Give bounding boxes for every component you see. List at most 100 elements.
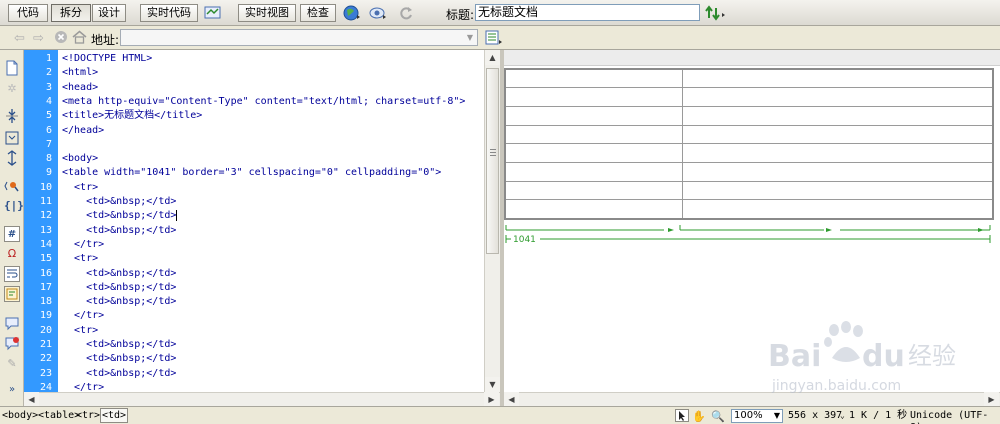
tag-selector-td[interactable]: <td> <box>100 408 129 423</box>
code-line[interactable]: <td>&nbsp;</td> <box>62 267 176 281</box>
tag-selector-tr[interactable]: <tr> <box>76 409 100 422</box>
table-row[interactable] <box>504 105 994 126</box>
zoom-tool-icon[interactable]: 🔍 <box>711 410 725 423</box>
title-input[interactable]: 无标题文档 <box>475 4 700 21</box>
table-cell[interactable] <box>681 199 994 219</box>
scroll-up-arrow-icon[interactable]: ▲ <box>485 50 500 65</box>
globe-icon[interactable] <box>342 4 362 22</box>
inspect-button[interactable]: 检查 <box>300 4 336 22</box>
code-line[interactable]: <meta http-equiv="Content-Type" content=… <box>62 95 465 109</box>
back-arrow-icon[interactable]: ⇦ <box>14 31 25 46</box>
tag-selector-table[interactable]: <table> <box>38 409 80 422</box>
table-cell[interactable] <box>681 105 994 126</box>
forward-arrow-icon[interactable]: ⇨ <box>33 31 44 46</box>
code-line[interactable]: <td>&nbsp;</td> <box>62 367 176 381</box>
table-row[interactable] <box>504 199 994 219</box>
table-cell[interactable] <box>681 68 994 89</box>
code-line[interactable]: <td>&nbsp;</td> <box>62 195 176 209</box>
scroll-right-arrow-icon[interactable]: ▶ <box>984 392 999 407</box>
stop-icon[interactable] <box>54 30 68 47</box>
tag-selector-body[interactable]: <body> <box>2 409 38 422</box>
expand-all-icon[interactable] <box>4 150 20 166</box>
apply-comment-icon[interactable] <box>4 316 20 332</box>
window-size-chevron-icon[interactable]: ⌄ <box>840 410 845 422</box>
table-row[interactable] <box>504 124 994 145</box>
code-line[interactable]: </head> <box>62 124 104 138</box>
remove-comment-icon[interactable] <box>4 336 20 352</box>
table-cell[interactable] <box>504 124 683 145</box>
table-row[interactable] <box>504 68 994 89</box>
hand-tool-icon[interactable]: ✋ <box>692 410 706 423</box>
design-view-button[interactable]: 设计 <box>92 4 126 22</box>
table-cell[interactable] <box>681 87 994 107</box>
file-management-icon[interactable] <box>704 4 728 22</box>
code-line[interactable]: </tr> <box>62 309 104 323</box>
code-line[interactable]: <td>&nbsp;</td> <box>62 295 176 309</box>
code-editor[interactable]: <!DOCTYPE HTML> <html> <head> <meta http-eq… <box>58 50 484 392</box>
line-numbers-icon[interactable]: # <box>4 226 20 242</box>
refresh-icon[interactable] <box>396 4 416 22</box>
table-cell[interactable] <box>504 199 683 219</box>
validate-icon[interactable] <box>203 4 223 22</box>
code-line[interactable]: <td>&nbsp;</td> <box>62 281 176 295</box>
scroll-left-arrow-icon[interactable]: ◀ <box>504 392 519 407</box>
syntax-coloring-icon[interactable] <box>4 286 20 302</box>
table-row[interactable] <box>504 143 994 163</box>
table-row[interactable] <box>504 87 994 107</box>
code-line[interactable]: <td>&nbsp;</td> <box>62 338 176 352</box>
code-view-button[interactable]: 代码 <box>8 4 48 22</box>
live-code-button[interactable]: 实时代码 <box>140 4 198 22</box>
code-horizontal-scrollbar[interactable]: ◀ ▶ <box>24 392 500 407</box>
highlight-invalid-code-icon[interactable]: Ω <box>4 246 20 262</box>
table-row[interactable] <box>504 180 994 201</box>
design-view[interactable]: 1041 <box>504 50 1000 392</box>
show-code-navigator-icon[interactable]: ✲ <box>4 81 20 97</box>
code-line[interactable]: <table width="1041" border="3" cellspaci… <box>62 166 441 180</box>
code-line[interactable]: <!DOCTYPE HTML> <box>62 52 152 66</box>
balance-braces-icon[interactable]: {|} <box>4 198 24 214</box>
chevron-down-icon[interactable]: ▼ <box>774 410 780 422</box>
split-view-button[interactable]: 拆分 <box>51 4 91 22</box>
code-line[interactable]: <td>&nbsp;</td> <box>62 224 176 238</box>
code-line[interactable]: <tr> <box>62 324 98 338</box>
zoom-select[interactable]: 100% ▼ <box>731 409 783 423</box>
code-line[interactable]: </tr> <box>62 381 104 392</box>
scroll-left-arrow-icon[interactable]: ◀ <box>24 392 39 407</box>
table-row[interactable] <box>504 161 994 182</box>
scroll-thumb[interactable] <box>486 68 499 254</box>
table-cell[interactable] <box>681 161 994 182</box>
table-cell[interactable] <box>504 105 683 126</box>
preview-browser-icon[interactable] <box>368 4 388 22</box>
code-line[interactable]: <td>&nbsp;</td> <box>62 209 178 223</box>
code-line[interactable]: </tr> <box>62 238 104 252</box>
design-horizontal-scrollbar[interactable]: ◀ ▶ <box>504 392 1000 407</box>
select-tool-icon[interactable] <box>675 409 689 422</box>
live-view-button[interactable]: 实时视图 <box>238 4 296 22</box>
more-tools-chevron-icon[interactable]: » <box>4 382 20 398</box>
chevron-down-icon[interactable]: ▼ <box>463 30 477 45</box>
code-line[interactable]: <tr> <box>62 252 98 266</box>
code-line[interactable]: <head> <box>62 81 98 95</box>
view-options-icon[interactable] <box>485 30 503 49</box>
open-documents-icon[interactable] <box>4 60 20 76</box>
scroll-right-arrow-icon[interactable]: ▶ <box>484 392 499 407</box>
scroll-down-arrow-icon[interactable]: ▼ <box>485 377 500 392</box>
table-cell[interactable] <box>681 180 994 201</box>
code-line[interactable]: <td>&nbsp;</td> <box>62 352 176 366</box>
code-vertical-scrollbar[interactable]: ▲ ▼ <box>484 50 500 392</box>
table-cell[interactable] <box>504 180 683 201</box>
table-cell[interactable] <box>681 124 994 145</box>
table-cell[interactable] <box>681 143 994 163</box>
design-table[interactable] <box>504 68 994 220</box>
window-size[interactable]: 556 x 397 <box>788 410 842 422</box>
table-cell[interactable] <box>504 87 683 107</box>
table-cell[interactable] <box>504 143 683 163</box>
word-wrap-icon[interactable] <box>4 266 20 282</box>
select-parent-tag-icon[interactable] <box>4 178 20 194</box>
collapse-selection-icon[interactable] <box>4 130 20 146</box>
table-cell[interactable] <box>504 68 683 89</box>
code-line[interactable]: <tr> <box>62 181 98 195</box>
wrap-tag-icon[interactable]: ✎ <box>4 356 20 372</box>
address-input[interactable]: ▼ <box>120 29 478 46</box>
collapse-full-tag-icon[interactable] <box>4 108 20 124</box>
